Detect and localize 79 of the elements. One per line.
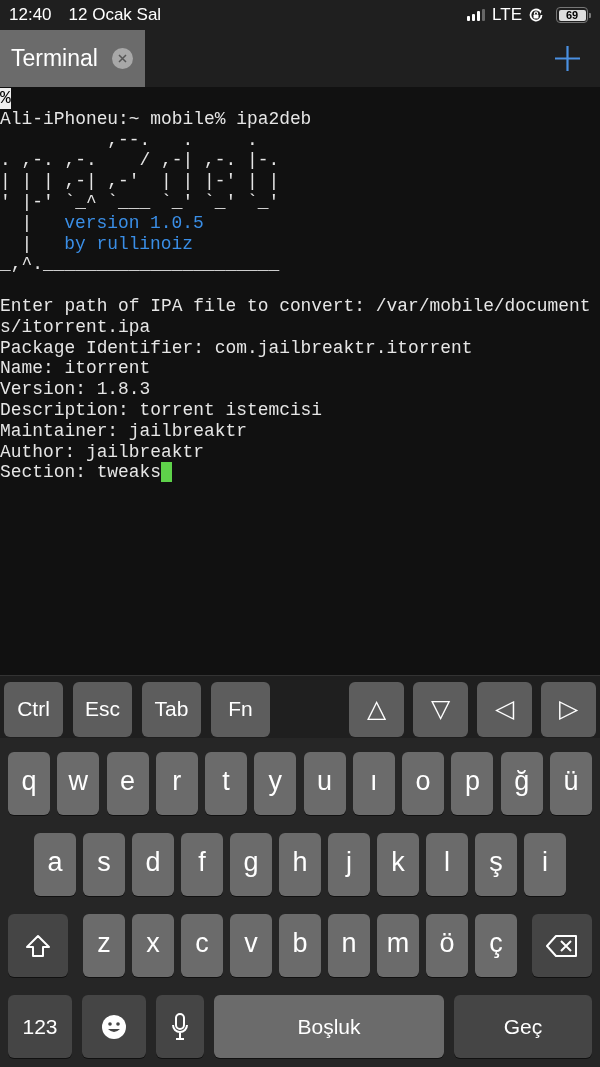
terminal-text: ' |-' `_^ `___ `_' `_' `_' <box>0 192 280 213</box>
add-icon[interactable] <box>555 46 580 71</box>
key[interactable]: c <box>181 914 223 977</box>
network-label: LTE <box>492 4 522 27</box>
terminal-text: Author: jailbreaktr <box>0 441 204 463</box>
version-text: by rullinoiz <box>64 233 194 255</box>
key[interactable]: d <box>132 833 174 896</box>
arrow-key[interactable]: ◁ <box>477 681 532 737</box>
terminal-text: ,--. . . <box>106 129 258 151</box>
key[interactable]: ı <box>352 752 395 815</box>
key[interactable]: ğ <box>500 752 543 815</box>
microphone-icon <box>171 1012 189 1041</box>
status-time: 12:40 <box>9 4 52 27</box>
key[interactable]: k <box>377 833 419 896</box>
emoji-key[interactable] <box>82 995 146 1058</box>
terminal-text: Name: itorrent <box>0 358 151 380</box>
backspace-key[interactable] <box>532 914 592 977</box>
terminal-text: Ali-iPhoneu:~ mobile% ipa2deb <box>0 108 312 130</box>
key[interactable]: t <box>205 752 248 815</box>
battery-percent: 69 <box>565 9 579 21</box>
terminal-text: | <box>20 233 33 255</box>
arrow-key[interactable]: ▷ <box>541 681 596 737</box>
terminal-tab[interactable]: Terminal <box>0 30 145 87</box>
key[interactable]: e <box>106 752 149 815</box>
microphone-key[interactable] <box>156 995 204 1058</box>
terminal-text: Version: 1.8.3 <box>0 379 151 400</box>
close-icon[interactable] <box>111 48 133 69</box>
terminal-text: Description: torrent istemcisi <box>0 399 323 421</box>
terminal-text: | | | ,-| ,-' | | |-' | | <box>0 171 280 192</box>
terminal-text: Section: tweaks <box>0 462 162 484</box>
arrow-key[interactable]: ▽ <box>413 681 468 737</box>
key[interactable]: ö <box>426 914 468 977</box>
terminal-text: Package Identifier: com.jailbreaktr.itorrent <box>0 337 473 359</box>
key[interactable]: ş <box>475 833 517 896</box>
terminal-text: . ,-. ,-. / ,-| ,-. |-. <box>0 150 280 172</box>
shift-icon <box>25 933 51 958</box>
key[interactable]: z <box>83 914 125 977</box>
shift-key[interactable] <box>8 914 68 977</box>
key[interactable]: r <box>155 752 198 815</box>
key[interactable]: ç <box>475 914 517 977</box>
key[interactable]: i <box>524 833 566 896</box>
key[interactable]: q <box>8 752 50 815</box>
key[interactable]: x <box>132 914 174 977</box>
terminal-text: s/itorrent.ipa <box>0 316 151 338</box>
key[interactable]: m <box>377 914 419 977</box>
key[interactable]: Esc <box>73 681 132 737</box>
backspace-icon <box>546 934 578 957</box>
key[interactable]: ü <box>549 752 592 815</box>
key[interactable]: f <box>181 833 223 896</box>
key[interactable]: y <box>254 752 297 815</box>
terminal-text: _,^.______________________ <box>0 254 280 276</box>
key[interactable]: j <box>328 833 370 896</box>
key[interactable]: Tab <box>142 681 201 737</box>
key[interactable]: l <box>426 833 468 896</box>
version-text: version 1.0.5 <box>64 212 204 234</box>
key[interactable]: a <box>34 833 76 896</box>
numbers-key[interactable]: 123 <box>8 995 72 1058</box>
key[interactable]: Fn <box>211 681 270 737</box>
key[interactable]: Ctrl <box>4 681 63 737</box>
key[interactable]: g <box>230 833 272 896</box>
key[interactable]: s <box>83 833 125 896</box>
key[interactable]: b <box>279 914 321 977</box>
terminal-text: Maintainer: jailbreaktr <box>0 420 247 442</box>
key[interactable]: u <box>303 752 346 815</box>
key[interactable]: o <box>402 752 445 815</box>
terminal-text: | <box>20 212 33 234</box>
key[interactable]: n <box>328 914 370 977</box>
signal-icon <box>467 9 486 21</box>
key[interactable]: h <box>279 833 321 896</box>
space-key[interactable]: Boşluk <box>214 995 444 1058</box>
arrow-key[interactable]: △ <box>349 681 404 737</box>
key[interactable]: p <box>451 752 494 815</box>
key[interactable]: w <box>57 752 100 815</box>
return-key[interactable]: Geç <box>454 995 592 1058</box>
emoji-icon <box>101 1013 127 1040</box>
key[interactable]: v <box>230 914 272 977</box>
status-date: 12 Ocak Sal <box>68 4 162 27</box>
terminal-text: Enter path of IPA file to convert: /var/mobile/document <box>0 295 591 317</box>
rotation-lock-icon <box>528 7 544 23</box>
